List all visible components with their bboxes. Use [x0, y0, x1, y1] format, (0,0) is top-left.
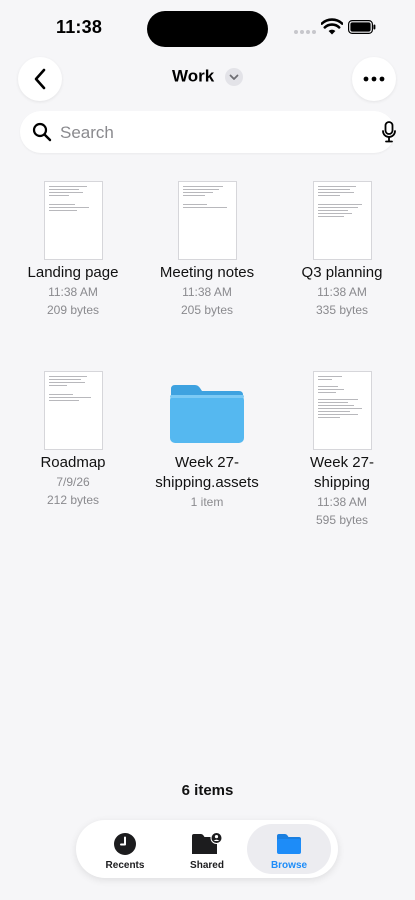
- document-thumbnail: [43, 371, 103, 450]
- file-name: Landing page: [27, 264, 119, 281]
- tab-label: Browse: [270, 860, 308, 871]
- folder-icon: [170, 385, 244, 443]
- tab-bar: Recents Shared Browse: [76, 820, 338, 878]
- ellipsis-icon: [363, 76, 385, 82]
- chevron-down-icon: [229, 74, 239, 80]
- files-screen: 11:38 Work Search Landing page 11:38 AM …: [0, 0, 415, 900]
- file-size: 205 bytes: [180, 303, 234, 317]
- clock-icon: [114, 833, 136, 855]
- file-size: 212 bytes: [46, 493, 100, 507]
- tab-label: Shared: [190, 860, 224, 871]
- search-input[interactable]: [58, 119, 352, 147]
- file-item-meeting-notes[interactable]: Meeting notes 11:38 AM 205 bytes: [142, 175, 272, 319]
- folder-name-line2: shipping.assets: [155, 474, 259, 491]
- document-thumbnail: [312, 371, 372, 450]
- folder-icon: [277, 834, 301, 854]
- document-thumbnail: [312, 181, 372, 260]
- file-size: 595 bytes: [315, 513, 369, 527]
- file-date: 11:38 AM: [317, 495, 367, 509]
- item-count: 6 items: [181, 782, 234, 799]
- file-date: 11:38 AM: [48, 285, 98, 299]
- cellular-signal-icon: [294, 30, 316, 34]
- tab-browse[interactable]: Browse: [247, 824, 331, 874]
- status-bar: 11:38: [0, 0, 415, 56]
- file-name-line2: shipping: [314, 474, 370, 491]
- file-date: 11:38 AM: [182, 285, 232, 299]
- shared-folder-icon: [192, 832, 223, 854]
- dynamic-island: [147, 11, 268, 47]
- document-thumbnail: [177, 181, 237, 260]
- file-item-week-27-shipping[interactable]: Week 27- shipping 11:38 AM 595 bytes: [277, 365, 407, 529]
- tab-shared[interactable]: Shared: [165, 824, 249, 874]
- microphone-icon[interactable]: [382, 121, 396, 143]
- page-title: Work: [172, 66, 215, 86]
- battery-icon: [348, 20, 376, 34]
- tab-label: Recents: [105, 860, 145, 871]
- file-name-line1: Week 27-: [310, 454, 374, 471]
- document-thumbnail: [43, 181, 103, 260]
- search-icon: [32, 122, 52, 142]
- title-menu-chevron[interactable]: [224, 67, 243, 86]
- search-bar[interactable]: [20, 111, 396, 153]
- file-item-landing-page[interactable]: Landing page 11:38 AM 209 bytes: [8, 175, 138, 319]
- folder-item-week-27-shipping-assets[interactable]: Week 27- shipping.assets 1 item: [142, 365, 272, 511]
- file-date: 11:38 AM: [317, 285, 367, 299]
- file-name: Meeting notes: [159, 264, 255, 281]
- folder-item-count: 1 item: [190, 495, 224, 509]
- file-name: Q3 planning: [301, 264, 383, 281]
- file-size: 335 bytes: [315, 303, 369, 317]
- file-name: Roadmap: [40, 454, 106, 471]
- file-item-roadmap[interactable]: Roadmap 7/9/26 212 bytes: [8, 365, 138, 509]
- folder-name-line1: Week 27-: [175, 454, 239, 471]
- more-button[interactable]: [352, 57, 396, 101]
- status-time: 11:38: [56, 17, 103, 37]
- file-date: 7/9/26: [56, 475, 90, 489]
- file-item-q3-planning[interactable]: Q3 planning 11:38 AM 335 bytes: [277, 175, 407, 319]
- file-size: 209 bytes: [46, 303, 100, 317]
- wifi-icon: [321, 18, 343, 35]
- tab-recents[interactable]: Recents: [83, 824, 167, 874]
